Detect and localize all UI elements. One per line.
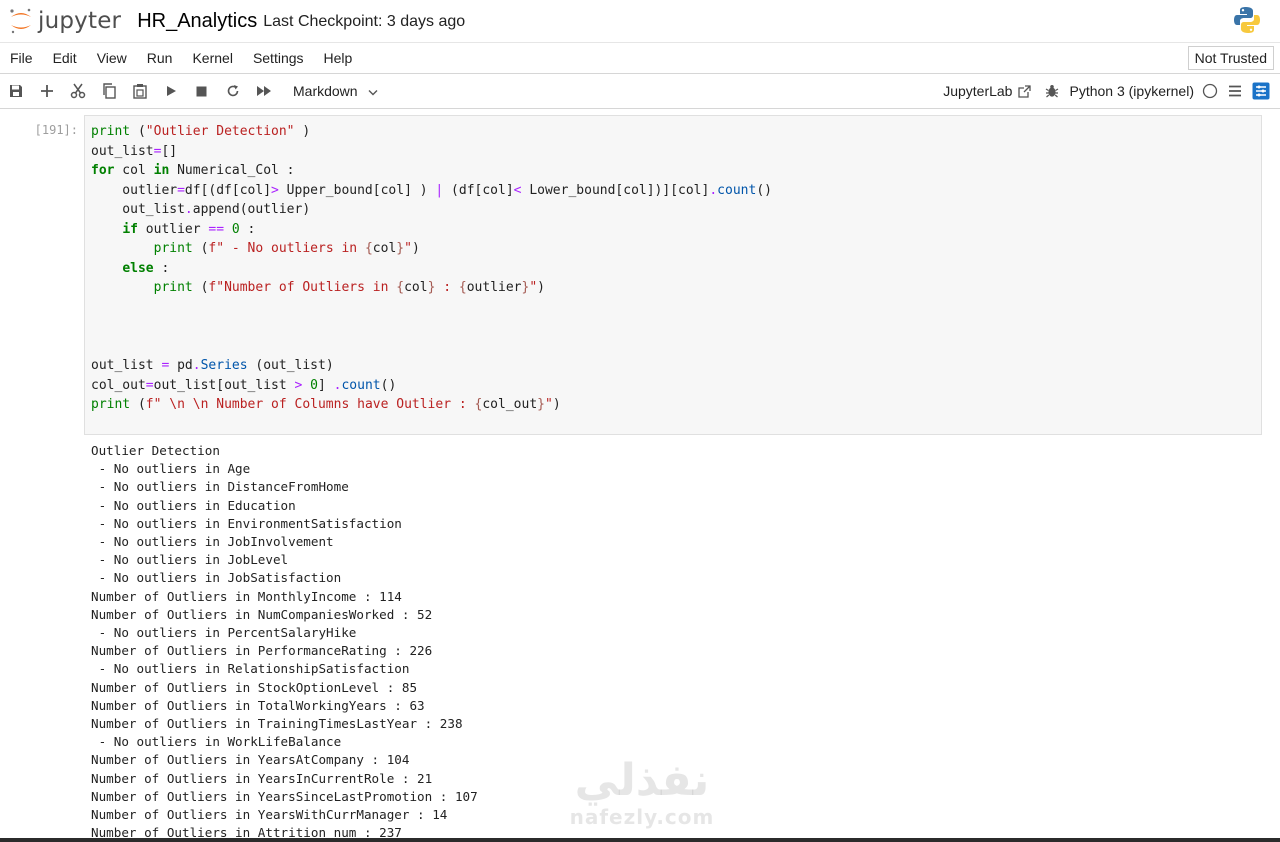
top-header: jupyter HR_Analytics Last Checkpoint: 3 … [0,0,1280,43]
cell-output: Outlier Detection - No outliers in Age -… [91,442,478,842]
run-button[interactable] [155,74,186,108]
menu-help[interactable]: Help [314,43,363,73]
jupyter-logo-text: jupyter [38,8,122,34]
external-link-icon[interactable] [1018,84,1032,98]
last-checkpoint: Last Checkpoint: 3 days ago [263,13,466,30]
menu-lines-icon[interactable] [1228,85,1242,97]
kernel-status-idle-icon [1202,83,1218,99]
cut-button[interactable] [62,74,93,108]
output-line: - No outliers in Education [91,497,296,513]
plus-icon [40,85,53,97]
output-line: - No outliers in JobSatisfaction [91,570,342,586]
restart-button[interactable] [217,74,248,108]
notebook-toolbar: Markdown JupyterLab Python 3 (ipykernel) [0,74,1280,109]
output-line: Number of Outliers in TrainingTimesLastY… [91,716,463,732]
output-line: Number of Outliers in YearsInCurrentRole… [91,770,433,786]
cell-type-value: Markdown [293,83,358,99]
output-line: Outlier Detection [91,443,220,458]
code-line: print (f"Number of Outliers in {col} : {… [153,280,545,295]
nafezly-watermark: نفذلي nafezly.com [562,755,722,829]
code-line: outlier=df[(df[col]> Upper_bound[col] ) … [91,182,772,198]
code-line: out_list.append(outlier) [91,202,311,217]
paste-button[interactable] [124,74,155,108]
restart-icon [227,85,238,97]
save-icon [9,85,22,97]
code-line: for col in Numerical_Col : [91,163,295,178]
paste-icon [132,84,147,99]
code-line: col_out=out_list[out_list > 0] .count() [91,377,397,393]
menu-bar: File Edit View Run Kernel Settings Help … [0,43,1280,74]
execution-count-prompt: [191]: [34,123,78,137]
debugger-bug-icon[interactable] [1045,84,1059,98]
jupyter-logo[interactable]: jupyter [8,6,121,36]
notebook-title[interactable]: HR_Analytics [137,10,257,33]
watermark-arabic-text: نفذلي [574,755,710,806]
open-jupyterlab-link[interactable]: JupyterLab [943,83,1012,99]
output-line: Number of Outliers in YearsWithCurrManag… [91,807,448,823]
menu-kernel[interactable]: Kernel [182,43,242,73]
copy-button[interactable] [93,74,124,108]
output-line: - No outliers in WorkLifeBalance [91,734,342,750]
python-logo-icon [1234,6,1260,39]
save-button[interactable] [0,74,31,108]
insert-cell-button[interactable] [31,74,62,108]
watermark-latin-text: nafezly.com [569,805,715,829]
scissors-icon [70,83,85,99]
output-line: Number of Outliers in StockOptionLevel :… [91,679,418,695]
output-line: - No outliers in PercentSalaryHike [91,625,357,641]
kernel-name[interactable]: Python 3 (ipykernel) [1069,83,1194,99]
output-line: - No outliers in JobInvolvement [91,534,334,550]
code-line: if outlier == 0 : [122,221,256,237]
play-icon [166,86,176,96]
trust-status-button[interactable]: Not Trusted [1187,46,1274,70]
code-line: print (f" \n \n Number of Columns have O… [91,397,561,412]
code-input-area[interactable]: print ("Outlier Detection" ) out_list=[]… [84,115,1262,435]
cell-type-dropdown[interactable]: Markdown [293,83,378,99]
output-line: - No outliers in DistanceFromHome [91,479,349,495]
jupyter-logo-icon [10,8,31,34]
output-line: Number of Outliers in YearsSinceLastProm… [91,788,478,804]
chevron-down-icon [368,90,378,96]
output-line: - No outliers in EnvironmentSatisfaction [91,515,402,531]
code-line: else : [122,260,170,276]
copy-icon [102,83,116,99]
code-line: out_list=[] [91,143,178,159]
interrupt-button[interactable] [186,74,217,108]
output-line: Number of Outliers in YearsAtCompany : 1… [91,752,410,768]
output-line: Number of Outliers in NumCompaniesWorked… [91,606,433,622]
menu-run[interactable]: Run [137,43,183,73]
code-line: out_list = pd.Series (out_list) [91,358,334,373]
stop-icon [196,86,207,96]
menu-edit[interactable]: Edit [43,43,87,73]
property-inspector-icon[interactable] [1252,82,1270,100]
restart-run-all-button[interactable] [248,74,279,108]
code-editor[interactable]: print ("Outlier Detection" ) out_list=[]… [91,122,772,415]
output-line: - No outliers in Age [91,461,251,477]
menu-view[interactable]: View [87,43,137,73]
fast-forward-icon [256,86,271,96]
menu-settings[interactable]: Settings [243,43,314,73]
toolbar-right: JupyterLab Python 3 (ipykernel) [943,74,1270,108]
menu-file[interactable]: File [0,43,43,73]
output-line: Number of Outliers in TotalWorkingYears … [91,697,425,713]
code-line: print (f" - No outliers in {col}") [153,241,420,256]
output-line: - No outliers in RelationshipSatisfactio… [91,661,410,677]
output-line: - No outliers in JobLevel [91,552,289,568]
bottom-edge-bar [0,838,1280,842]
output-line: Number of Outliers in MonthlyIncome : 11… [91,588,402,604]
output-line: Number of Outliers in PerformanceRating … [91,643,433,659]
code-line: print ("Outlier Detection" ) [91,124,311,139]
